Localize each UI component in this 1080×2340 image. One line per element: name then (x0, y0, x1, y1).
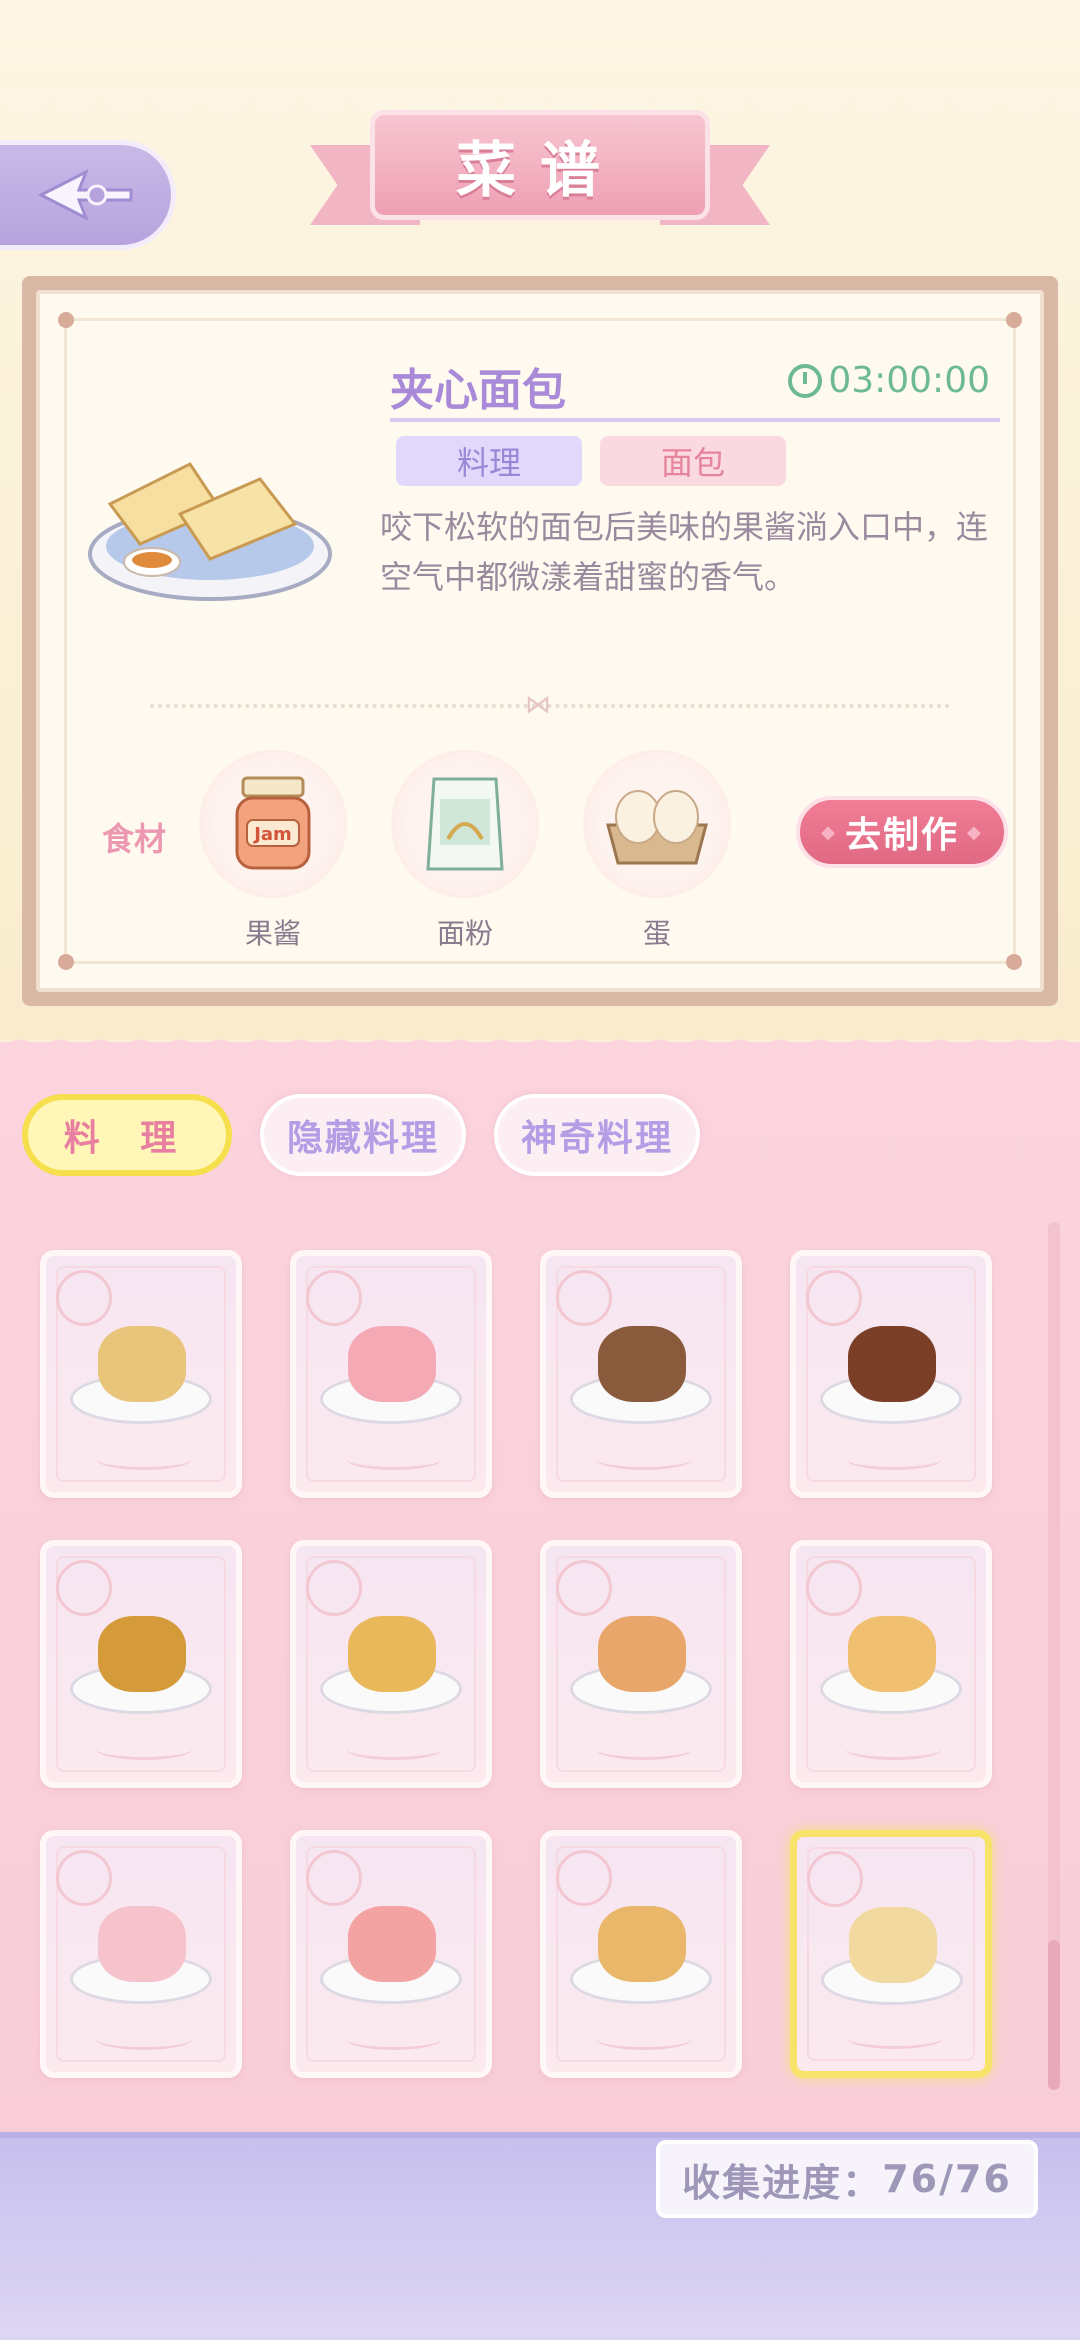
fork-knife-icon (56, 1560, 112, 1616)
make-button[interactable]: 去制作 (796, 796, 1008, 868)
wheat-icon (96, 1738, 192, 1760)
tab-hidden-cooking[interactable]: 隐藏料理 (260, 1094, 466, 1176)
dish-card[interactable] (40, 1250, 242, 1498)
fork-knife-icon (56, 1270, 112, 1326)
wheat-icon (96, 2028, 192, 2050)
ingredient-item[interactable]: 面粉 (390, 750, 540, 952)
dish-card[interactable] (40, 1830, 242, 2078)
dish-card[interactable] (540, 1830, 742, 2078)
clock-icon (788, 363, 823, 398)
wheat-icon (846, 1448, 942, 1470)
strawberry-roll-cake-icon (98, 1906, 186, 1982)
recipe-detail-inner: 夹心面包 03:00:00 料理 面包 咬下松软的面包后美味的果酱淌入口中，连空… (36, 290, 1044, 992)
scrollbar-thumb[interactable] (1048, 1940, 1060, 2090)
title-underline (390, 418, 1000, 422)
recipe-time: 03:00:00 (828, 360, 990, 401)
ingredient-icon-frame: Jam (199, 750, 347, 898)
fork-knife-icon (556, 1270, 612, 1326)
wheat-icon (596, 2028, 692, 2050)
pizza-slice-icon (598, 1616, 686, 1692)
ingredients-label: 食材 (102, 820, 167, 858)
recipe-timer: 03:00:00 (788, 360, 990, 401)
tab-cooking[interactable]: 料 理 (22, 1094, 232, 1176)
svg-text:Jam: Jam (252, 824, 292, 845)
dish-card[interactable] (540, 1540, 742, 1788)
back-arrow-icon (37, 168, 132, 222)
recipe-description: 咬下松软的面包后美味的果酱淌入口中，连空气中都微漾着甜蜜的香气。 (380, 508, 989, 596)
flour-bag-icon (426, 777, 504, 871)
fork-knife-icon (306, 1560, 362, 1616)
dish-card[interactable] (790, 1250, 992, 1498)
dish-card[interactable] (40, 1540, 242, 1788)
fork-knife-icon (556, 1850, 612, 1906)
corner-dot (58, 954, 74, 970)
corner-dot (58, 312, 74, 328)
list-scallop-border (0, 1030, 1080, 1060)
bow-icon: ⋈ (525, 690, 551, 720)
wheat-icon (596, 1448, 692, 1470)
dish-card[interactable] (290, 1540, 492, 1788)
pancake-stack-icon (598, 1906, 686, 1982)
collection-value: 76/76 (882, 2157, 1012, 2201)
wheat-icon (846, 1738, 942, 1760)
ingredient-name: 面粉 (436, 917, 493, 950)
fork-knife-icon (807, 1851, 863, 1907)
fork-knife-icon (306, 1270, 362, 1326)
fork-knife-icon (556, 1560, 612, 1616)
pink-jelly-icon (348, 1326, 436, 1402)
collection-progress: 收集进度： 76/76 (656, 2140, 1038, 2218)
jam-jar-icon: Jam (235, 776, 311, 870)
eggs-icon (606, 790, 708, 865)
recipe-name: 夹心面包 (390, 365, 566, 416)
corner-dot (1006, 312, 1022, 328)
dish-card[interactable] (790, 1540, 992, 1788)
fork-knife-icon (806, 1270, 862, 1326)
roll-cake-platter-icon (848, 1616, 936, 1692)
pancake-platter-icon (348, 1616, 436, 1692)
wheat-icon (847, 2027, 943, 2049)
meatballs-icon (598, 1326, 686, 1402)
fork-knife-icon (306, 1850, 362, 1906)
wheat-icon (346, 2028, 442, 2050)
corner-dot (1006, 954, 1022, 970)
tab-magic-cooking[interactable]: 神奇料理 (494, 1094, 700, 1176)
ingredient-item[interactable]: 蛋 (582, 750, 732, 952)
wheat-icon (346, 1738, 442, 1760)
collection-label: 收集进度： (682, 2160, 883, 2205)
taco-icon (98, 1326, 186, 1402)
page-title: 菜谱 (370, 110, 710, 220)
dish-card[interactable] (290, 1830, 492, 2078)
back-button[interactable] (0, 140, 176, 250)
ingredient-name: 蛋 (642, 917, 671, 950)
wheat-icon (596, 1738, 692, 1760)
dish-card[interactable] (290, 1250, 492, 1498)
ingredient-item[interactable]: Jam 果酱 (198, 750, 348, 952)
category-tag: 料理 (396, 436, 582, 486)
ingredient-name: 果酱 (244, 917, 301, 950)
ingredient-icon-frame (391, 750, 539, 898)
ingredient-icon-frame (583, 750, 731, 898)
sandwich-bread-icon (849, 1907, 937, 1983)
subtype-tag: 面包 (600, 436, 786, 486)
wheat-icon (96, 1448, 192, 1470)
strawberry-pudding-icon (348, 1906, 436, 1982)
title-ribbon: 菜谱 (310, 100, 770, 250)
braised-pork-icon (848, 1326, 936, 1402)
fork-knife-icon (806, 1560, 862, 1616)
fried-chicken-icon (98, 1616, 186, 1692)
wheat-icon (346, 1448, 442, 1470)
dish-card[interactable] (790, 1830, 992, 2078)
fork-knife-icon (56, 1850, 112, 1906)
recipe-detail-card: 夹心面包 03:00:00 料理 面包 咬下松软的面包后美味的果酱淌入口中，连空… (22, 276, 1058, 1006)
sandwich-bread-icon (88, 462, 332, 601)
dish-card[interactable] (540, 1250, 742, 1498)
